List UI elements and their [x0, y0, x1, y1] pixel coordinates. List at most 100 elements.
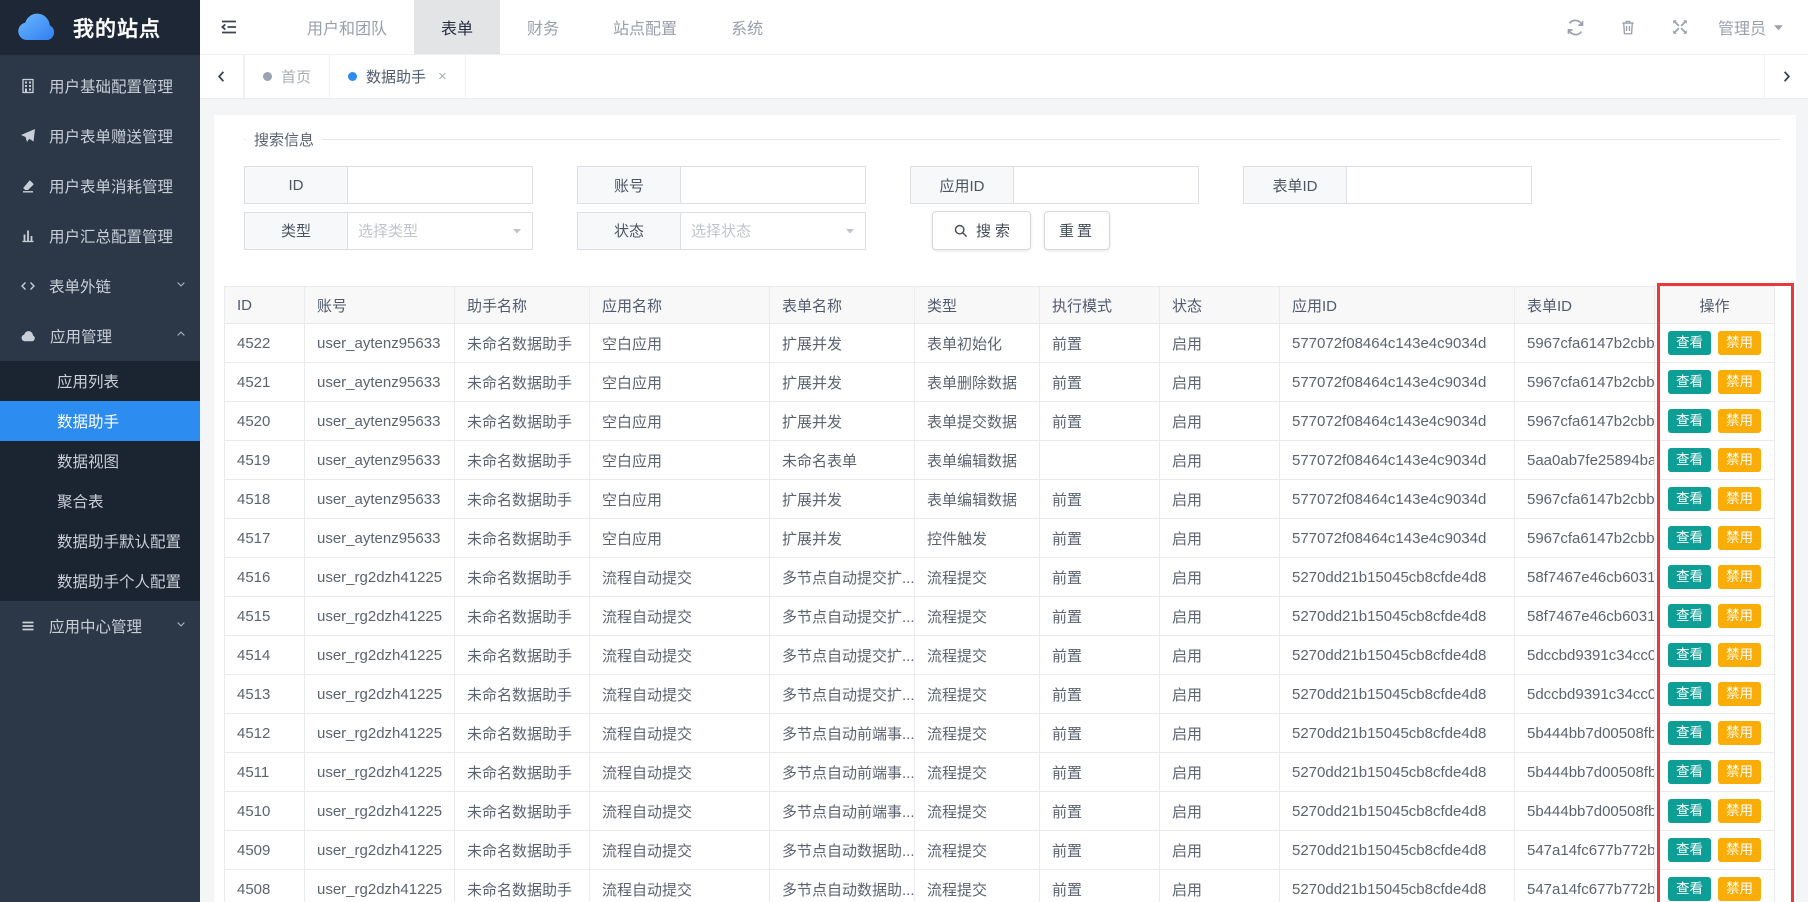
cell-exec_mode: 前置	[1040, 636, 1160, 675]
cell-form_name: 多节点自动提交扩...	[770, 597, 915, 636]
表单ID-input[interactable]	[1346, 166, 1532, 204]
disable-button[interactable]: 禁用	[1718, 838, 1761, 862]
view-button[interactable]: 查看	[1668, 877, 1711, 901]
类型-select[interactable]: 选择类型	[347, 212, 533, 250]
tabs-scroll-right[interactable]	[1764, 55, 1808, 98]
column-header-4: 表单名称	[770, 287, 915, 324]
sidebar-item-3[interactable]: 用户汇总配置管理	[0, 211, 200, 261]
cell-form_name: 扩展并发	[770, 519, 915, 558]
disable-button[interactable]: 禁用	[1718, 643, 1761, 667]
user-dropdown[interactable]: 管理员	[1718, 15, 1784, 39]
submenu-item-2[interactable]: 数据视图	[0, 441, 200, 481]
nav-menu-item-3[interactable]: 站点配置	[586, 0, 704, 54]
view-button[interactable]: 查看	[1668, 643, 1711, 667]
submenu-item-5[interactable]: 数据助手个人配置	[0, 561, 200, 601]
cell-app_id: 5270dd21b15045cb8cfde4d8	[1280, 753, 1515, 792]
table-row: 4517user_aytenz95633未命名数据助手空白应用扩展并发控件触发前…	[225, 519, 1775, 558]
cell-assistant_name: 未命名数据助手	[455, 831, 590, 870]
sidebar-item-6[interactable]: 应用中心管理	[0, 601, 200, 651]
sidebar-item-4[interactable]: 表单外链	[0, 261, 200, 311]
view-button[interactable]: 查看	[1668, 760, 1711, 784]
应用ID-input[interactable]	[1013, 166, 1199, 204]
column-header-9: 表单ID	[1515, 287, 1655, 324]
disable-button[interactable]: 禁用	[1718, 409, 1761, 433]
disable-button[interactable]: 禁用	[1718, 760, 1761, 784]
table-row: 4521user_aytenz95633未命名数据助手空白应用扩展并发表单删除数…	[225, 363, 1775, 402]
disable-button[interactable]: 禁用	[1718, 877, 1761, 901]
状态-select[interactable]: 选择状态	[680, 212, 866, 250]
cell-form_name: 多节点自动前端事...	[770, 753, 915, 792]
submenu-item-3[interactable]: 聚合表	[0, 481, 200, 521]
view-button[interactable]: 查看	[1668, 604, 1711, 628]
tab-0[interactable]: 首页	[244, 55, 330, 98]
disable-button[interactable]: 禁用	[1718, 487, 1761, 511]
view-button[interactable]: 查看	[1668, 838, 1711, 862]
nav-menu-item-1[interactable]: 表单	[414, 0, 500, 54]
nav-menu-item-0[interactable]: 用户和团队	[280, 0, 414, 54]
tab-1[interactable]: 数据助手×	[330, 55, 466, 98]
view-button[interactable]: 查看	[1668, 409, 1711, 433]
cell-type: 流程提交	[915, 870, 1040, 902]
reset-button[interactable]: 重置	[1044, 211, 1110, 250]
view-button[interactable]: 查看	[1668, 487, 1711, 511]
sidebar-item-2[interactable]: 用户表单消耗管理	[0, 161, 200, 211]
close-icon[interactable]: ×	[438, 68, 447, 85]
collapse-sidebar-icon[interactable]	[200, 0, 258, 54]
账号-input[interactable]	[680, 166, 866, 204]
search-icon	[953, 223, 969, 239]
cell-app_id: 5270dd21b15045cb8cfde4d8	[1280, 792, 1515, 831]
view-button[interactable]: 查看	[1668, 526, 1711, 550]
cell-form_id: 5967cfa6147b2cbb9	[1515, 324, 1655, 363]
sidebar-item-5[interactable]: 应用管理	[0, 311, 200, 361]
view-button[interactable]: 查看	[1668, 448, 1711, 472]
refresh-icon[interactable]	[1550, 18, 1602, 37]
search-panel: 搜索信息 ID账号应用ID表单ID 类型选择类型状态选择状态 搜索 重置	[244, 129, 1780, 266]
cell-exec_mode: 前置	[1040, 324, 1160, 363]
cell-assistant_name: 未命名数据助手	[455, 597, 590, 636]
sidebar-item-1[interactable]: 用户表单赠送管理	[0, 111, 200, 161]
trash-icon[interactable]	[1602, 18, 1654, 36]
building-icon	[20, 78, 36, 94]
tabs-scroll-left[interactable]	[200, 55, 244, 98]
view-button[interactable]: 查看	[1668, 799, 1711, 823]
cell-type: 流程提交	[915, 558, 1040, 597]
cell-account: user_rg2dzh41225	[305, 792, 455, 831]
submenu-item-1[interactable]: 数据助手	[0, 401, 200, 441]
cell-app_name: 流程自动提交	[590, 558, 770, 597]
ID-input[interactable]	[347, 166, 533, 204]
cell-form_name: 扩展并发	[770, 480, 915, 519]
nav-menu-item-4[interactable]: 系统	[704, 0, 790, 54]
search-button[interactable]: 搜索	[932, 211, 1031, 250]
cell-app_id: 577072f08464c143e4c9034d	[1280, 480, 1515, 519]
submenu-item-0[interactable]: 应用列表	[0, 361, 200, 401]
sidebar-item-0[interactable]: 用户基础配置管理	[0, 61, 200, 111]
disable-button[interactable]: 禁用	[1718, 331, 1761, 355]
cell-exec_mode: 前置	[1040, 519, 1160, 558]
cell-form_id: 547a14fc677b772b	[1515, 831, 1655, 870]
nav-menu-item-2[interactable]: 财务	[500, 0, 586, 54]
search-field-3: 表单ID	[1243, 166, 1532, 204]
view-button[interactable]: 查看	[1668, 370, 1711, 394]
main-card: 搜索信息 ID账号应用ID表单ID 类型选择类型状态选择状态 搜索 重置	[214, 115, 1796, 902]
sidebar-item-label: 用户汇总配置管理	[49, 225, 173, 247]
view-button[interactable]: 查看	[1668, 565, 1711, 589]
disable-button[interactable]: 禁用	[1718, 565, 1761, 589]
disable-button[interactable]: 禁用	[1718, 448, 1761, 472]
disable-button[interactable]: 禁用	[1718, 604, 1761, 628]
view-button[interactable]: 查看	[1668, 721, 1711, 745]
disable-button[interactable]: 禁用	[1718, 799, 1761, 823]
cell-app_name: 流程自动提交	[590, 753, 770, 792]
cell-type: 流程提交	[915, 753, 1040, 792]
cell-form_id: 547a14fc677b772b	[1515, 870, 1655, 902]
disable-button[interactable]: 禁用	[1718, 721, 1761, 745]
cell-form_id: 5dccbd9391c34cc0	[1515, 636, 1655, 675]
submenu-item-4[interactable]: 数据助手默认配置	[0, 521, 200, 561]
disable-button[interactable]: 禁用	[1718, 682, 1761, 706]
view-button[interactable]: 查看	[1668, 682, 1711, 706]
fullscreen-icon[interactable]	[1654, 18, 1706, 36]
cell-assistant_name: 未命名数据助手	[455, 636, 590, 675]
view-button[interactable]: 查看	[1668, 331, 1711, 355]
cell-app_name: 流程自动提交	[590, 675, 770, 714]
disable-button[interactable]: 禁用	[1718, 370, 1761, 394]
disable-button[interactable]: 禁用	[1718, 526, 1761, 550]
